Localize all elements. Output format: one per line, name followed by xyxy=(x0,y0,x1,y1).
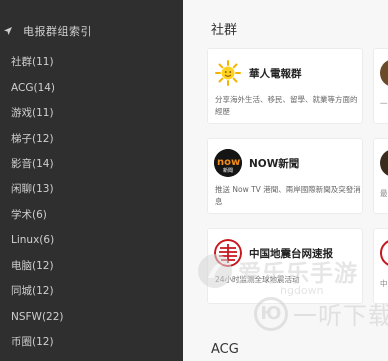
sidebar-item-vpn[interactable]: 梯子(12) xyxy=(11,132,54,146)
group-description: 推送 Now TV 港聞、兩岸國際新聞及突發消息 xyxy=(215,185,361,206)
group-description: 中 xyxy=(380,279,388,288)
group-name: 華人電報群 xyxy=(249,68,302,80)
sidebar-item-games[interactable]: 游戏(11) xyxy=(11,106,54,120)
sidebar-item-nsfw[interactable]: NSFW(22) xyxy=(11,310,64,324)
sidebar-title: 电报群组索引 xyxy=(23,25,92,38)
sidebar-item-media[interactable]: 影音(14) xyxy=(11,157,54,171)
sidebar-item-acg[interactable]: ACG(14) xyxy=(11,81,55,95)
sidebar-item-computer[interactable]: 电脑(12) xyxy=(11,259,54,273)
avatar xyxy=(380,149,388,177)
avatar xyxy=(380,59,388,87)
watermark-text: 一听下载 xyxy=(293,302,388,330)
now-news-icon: now 新聞 xyxy=(214,149,242,177)
section-title-acg: ACG xyxy=(211,342,239,357)
sidebar-item-academic[interactable]: 学术(6) xyxy=(11,208,47,222)
group-card-partial[interactable]: 中 xyxy=(373,228,388,304)
watermark-mark-icon: Ю xyxy=(254,296,288,331)
watermark-brand1: 爱乐乐手游 xyxy=(198,254,358,288)
content-gutter xyxy=(183,0,198,361)
sidebar-item-linux[interactable]: Linux(6) xyxy=(11,233,54,247)
group-description: 分享海外生活、移民、留學、就業等方面的經歷 xyxy=(215,95,358,116)
now-logo-sub: 新聞 xyxy=(223,167,233,174)
sidebar-item-community[interactable]: 社群(11) xyxy=(11,55,54,69)
group-description: 一 xyxy=(380,99,388,108)
watermark-logo-icon xyxy=(198,254,232,288)
group-description: 最 xyxy=(380,189,388,198)
watermark-text: 爱乐乐手游 xyxy=(238,261,358,287)
group-card-partial[interactable]: 一 xyxy=(373,48,388,124)
sun-icon xyxy=(214,59,242,87)
sidebar-header: 电报群组索引 xyxy=(0,22,92,40)
sidebar: 电报群组索引 社群(11) ACG(14) 游戏(11) 梯子(12) 影音(1… xyxy=(0,0,183,361)
group-name: NOW新聞 xyxy=(249,158,300,170)
sidebar-item-crypto[interactable]: 币圈(12) xyxy=(11,335,54,349)
watermark-brand2: Ю 一听下载 xyxy=(254,296,388,331)
now-logo-text: now xyxy=(217,157,240,168)
avatar xyxy=(380,239,388,267)
group-card-partial[interactable]: 最 xyxy=(373,138,388,214)
sidebar-item-chat[interactable]: 闲聊(13) xyxy=(11,182,54,196)
sidebar-item-local[interactable]: 同城(12) xyxy=(11,284,54,298)
group-card-huaren[interactable]: 華人電報群 分享海外生活、移民、留學、就業等方面的經歷 xyxy=(207,48,363,124)
section-title-community: 社群 xyxy=(211,23,238,38)
group-card-now-news[interactable]: now 新聞 NOW新聞 推送 Now TV 港聞、兩岸國際新聞及突發消息 xyxy=(207,138,363,214)
navigation-arrow-icon xyxy=(4,27,12,35)
